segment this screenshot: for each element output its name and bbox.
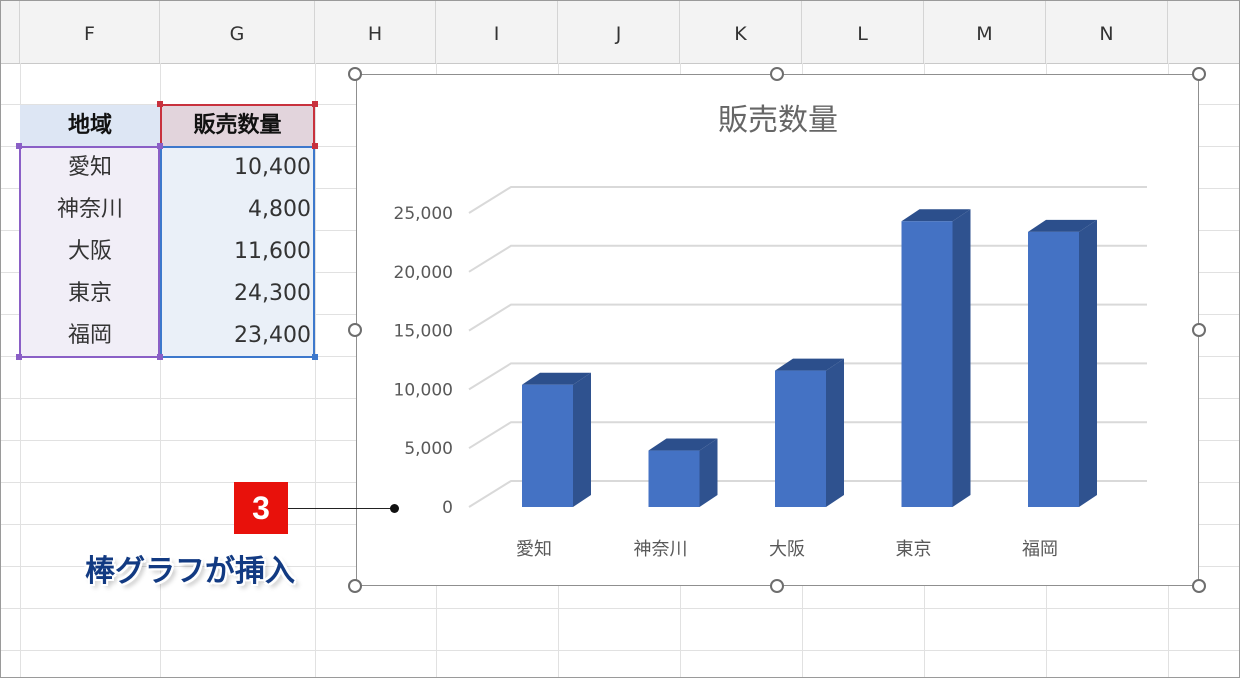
range-handle[interactable] (312, 354, 318, 360)
resize-handle-top-left[interactable] (348, 67, 362, 81)
resize-handle-top-right[interactable] (1192, 67, 1206, 81)
resize-handle-bottom[interactable] (770, 579, 784, 593)
table-cell-quantity[interactable]: 23,400 (161, 315, 315, 357)
step-number-badge: 3 (234, 482, 288, 534)
chart-title[interactable]: 販売数量 (718, 103, 838, 138)
gridline (468, 186, 1147, 214)
chart-canvas: 販売数量 0 5,000 10,000 15,000 20,000 25,000 愛知 神奈川 大… (394, 103, 1147, 560)
range-handle[interactable] (16, 143, 22, 149)
column-header-k[interactable]: K (680, 1, 802, 63)
callout-caption: 棒グラフが挿入 (85, 555, 295, 588)
range-handle[interactable] (157, 354, 163, 360)
bar[interactable] (648, 438, 718, 507)
y-tick-label: 10,000 (394, 380, 453, 400)
x-category-label: 神奈川 (634, 539, 688, 560)
table-header-quantity[interactable]: 販売数量 (160, 104, 315, 148)
resize-handle-top[interactable] (770, 67, 784, 81)
range-handle[interactable] (312, 143, 318, 149)
y-tick-label: 0 (442, 498, 453, 518)
column-header-f[interactable]: F (20, 1, 160, 63)
table-cell-region[interactable]: 大阪 (20, 231, 160, 273)
x-category-label: 大阪 (769, 539, 805, 560)
column-header-m[interactable]: M (924, 1, 1046, 63)
callout-leader-line (288, 508, 393, 509)
x-category-label: 福岡 (1022, 539, 1058, 560)
resize-handle-bottom-left[interactable] (348, 579, 362, 593)
bar[interactable] (1028, 219, 1097, 508)
column-header-h[interactable]: H (315, 1, 436, 63)
bar-chart[interactable]: 販売数量 0 5,000 10,000 15,000 20,000 25,000 愛知 神奈川 大… (356, 74, 1199, 586)
bar[interactable] (522, 372, 591, 507)
table-cell-quantity[interactable]: 10,400 (161, 147, 315, 189)
y-tick-label: 20,000 (394, 263, 453, 283)
table-cell-quantity[interactable]: 11,600 (161, 231, 315, 273)
x-category-label: 愛知 (516, 539, 552, 560)
column-header-n[interactable]: N (1046, 1, 1168, 63)
table-cell-region[interactable]: 福岡 (20, 315, 160, 357)
spreadsheet-window: F G H I J K L M N O 地域 販売数 (0, 0, 1240, 678)
range-handle[interactable] (312, 101, 318, 107)
bar[interactable] (775, 358, 844, 507)
x-category-label: 東京 (896, 539, 932, 560)
y-tick-label: 15,000 (394, 322, 453, 342)
range-handle[interactable] (157, 101, 163, 107)
table-cell-quantity[interactable]: 4,800 (161, 189, 315, 231)
resize-handle-bottom-right[interactable] (1192, 579, 1206, 593)
column-header-o[interactable]: O (1168, 1, 1239, 63)
callout-dot (390, 504, 399, 513)
column-header-i[interactable]: I (436, 1, 558, 63)
table-header-region[interactable]: 地域 (20, 105, 160, 147)
column-header-j[interactable]: J (558, 1, 680, 63)
column-header-g[interactable]: G (160, 1, 315, 63)
range-handle[interactable] (16, 354, 22, 360)
row-header-corner[interactable] (1, 1, 20, 63)
table-cell-region[interactable]: 愛知 (20, 147, 160, 189)
table-cell-region[interactable]: 東京 (20, 273, 160, 315)
column-header-row: F G H I J K L M N O (1, 1, 1239, 64)
resize-handle-right[interactable] (1192, 323, 1206, 337)
table-cell-quantity[interactable]: 24,300 (161, 273, 315, 315)
column-header-l[interactable]: L (802, 1, 924, 63)
resize-handle-left[interactable] (348, 323, 362, 337)
y-tick-label: 25,000 (394, 204, 453, 224)
y-tick-label: 5,000 (404, 439, 453, 459)
bar[interactable] (901, 209, 971, 507)
table-cell-region[interactable]: 神奈川 (20, 189, 160, 231)
range-handle[interactable] (157, 143, 163, 149)
